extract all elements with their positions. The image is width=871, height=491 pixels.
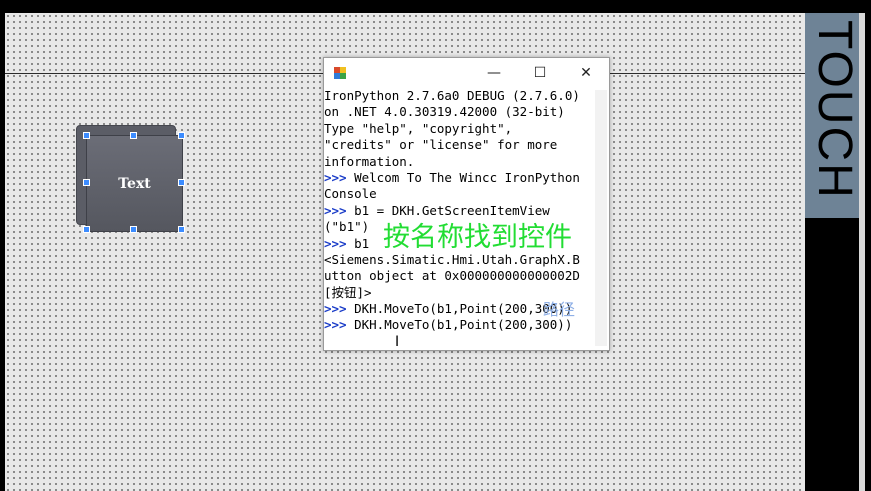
selection-handle[interactable] [130, 132, 137, 139]
console-line: utton object at 0x000000000000002D [324, 268, 580, 284]
console-line: Console [324, 186, 377, 202]
console-line: IronPython 2.7.6a0 DEBUG (2.7.6.0) [324, 88, 580, 103]
console-line: <Siemens.Simatic.Hmi.Utah.GraphX.B [324, 251, 580, 267]
touch-label: TOUCH [808, 20, 861, 200]
hmi-button-label: Text [118, 175, 151, 192]
annotation-path: 路径 [543, 300, 576, 319]
text-cursor-icon: I [395, 334, 400, 350]
window-titlebar[interactable]: — ☐ ✕ [324, 58, 609, 88]
hmi-button-b1[interactable]: Text [86, 135, 183, 232]
maximize-button[interactable]: ☐ [517, 58, 563, 88]
console-line: "credits" or "license" for more [324, 137, 558, 153]
selection-handle[interactable] [83, 179, 90, 186]
console-line: information. [324, 153, 415, 169]
console-line: on .NET 4.0.30319.42000 (32-bit) [324, 104, 565, 120]
close-button[interactable]: ✕ [563, 58, 609, 88]
minimize-button[interactable]: — [471, 58, 517, 88]
console-line: >>> Welcom To The Wincc IronPython [324, 169, 580, 185]
console-line: Type "help", "copyright", [324, 120, 513, 136]
console-scrollbar[interactable] [595, 90, 607, 346]
app-icon [334, 67, 346, 79]
selection-handle[interactable] [178, 132, 185, 139]
annotation-find-control: 按名称找到控件 [383, 222, 572, 253]
selection-handle[interactable] [83, 132, 90, 139]
selection-handle[interactable] [178, 179, 185, 186]
selection-handle[interactable] [130, 226, 137, 233]
selection-handle[interactable] [83, 226, 90, 233]
selection-handle[interactable] [178, 226, 185, 233]
